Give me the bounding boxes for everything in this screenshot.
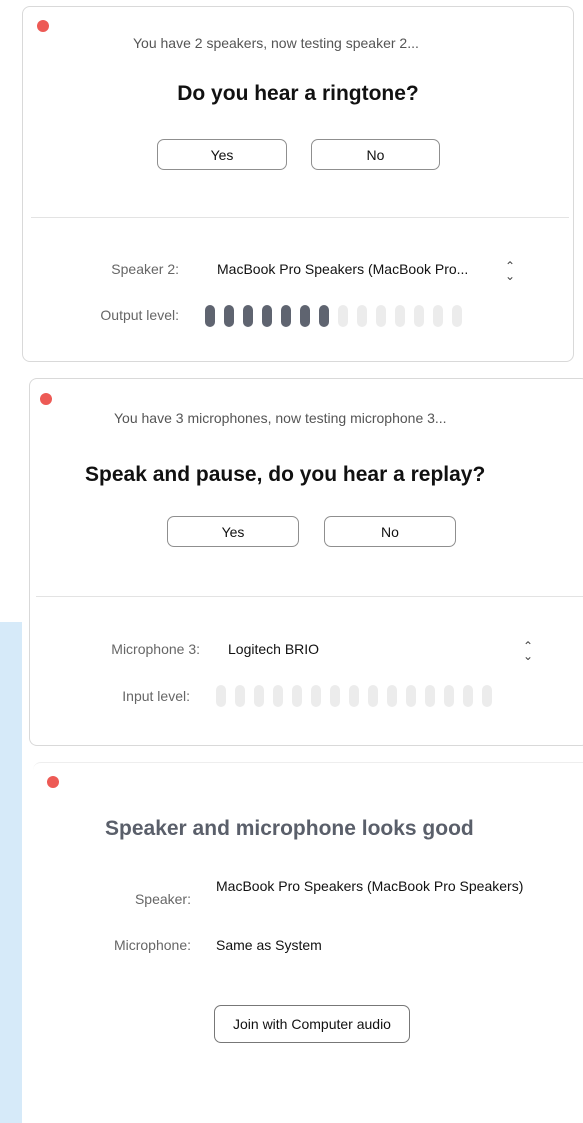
mic-yes-button[interactable]: Yes (167, 516, 299, 547)
level-bar (395, 305, 405, 327)
output-level-meter (205, 305, 462, 327)
level-bar (224, 305, 234, 327)
level-bar (414, 305, 424, 327)
summary-speaker-value: MacBook Pro Speakers (MacBook Pro Speake… (216, 878, 524, 894)
summary-heading: Speaker and microphone looks good (105, 817, 474, 840)
chevron-updown-icon[interactable]: ⌃ ⌄ (523, 640, 533, 662)
close-icon[interactable] (47, 776, 59, 788)
level-bar (243, 305, 253, 327)
level-bar (425, 685, 435, 707)
speaker-no-button[interactable]: No (311, 139, 440, 170)
close-icon[interactable] (40, 393, 52, 405)
level-bar (205, 305, 215, 327)
mic-no-button[interactable]: No (324, 516, 456, 547)
level-bar (300, 305, 310, 327)
level-bar (281, 305, 291, 327)
join-computer-audio-button[interactable]: Join with Computer audio (214, 1005, 410, 1043)
summary-mic-label: Microphone: (113, 937, 191, 953)
speaker-test-question: Do you hear a ringtone? (177, 82, 419, 105)
level-bar (292, 685, 302, 707)
mic-device-select[interactable]: Logitech BRIO (228, 641, 319, 657)
output-level-label: Output level: (100, 307, 179, 323)
level-bar (273, 685, 283, 707)
level-bar (433, 305, 443, 327)
speaker-test-panel: You have 2 speakers, now testing speaker… (22, 6, 574, 362)
speaker-device-label: Speaker 2: (111, 261, 179, 277)
speaker-test-status: You have 2 speakers, now testing speaker… (133, 35, 419, 51)
level-bar (406, 685, 416, 707)
level-bar (387, 685, 397, 707)
level-bar (376, 305, 386, 327)
level-bar (463, 685, 473, 707)
level-bar (357, 305, 367, 327)
level-bar (368, 685, 378, 707)
level-bar (330, 685, 340, 707)
summary-speaker-label: Speaker: (134, 891, 191, 907)
chevron-updown-icon[interactable]: ⌃ ⌄ (505, 260, 515, 282)
background-strip (0, 622, 22, 1123)
divider (36, 596, 583, 597)
mic-test-status: You have 3 microphones, now testing micr… (114, 410, 447, 426)
level-bar (311, 685, 321, 707)
level-bar (338, 305, 348, 327)
level-bar (349, 685, 359, 707)
level-bar (452, 305, 462, 327)
mic-test-panel: You have 3 microphones, now testing micr… (29, 378, 583, 746)
level-bar (216, 685, 226, 707)
summary-panel: Speaker and microphone looks good Speake… (33, 762, 583, 1123)
input-level-label: Input level: (122, 688, 190, 704)
close-icon[interactable] (37, 20, 49, 32)
mic-test-question: Speak and pause, do you hear a replay? (85, 463, 486, 486)
summary-mic-value: Same as System (216, 937, 322, 953)
input-level-meter (216, 685, 492, 707)
speaker-device-select[interactable]: MacBook Pro Speakers (MacBook Pro... (217, 261, 468, 277)
level-bar (262, 305, 272, 327)
speaker-yes-button[interactable]: Yes (157, 139, 287, 170)
level-bar (319, 305, 329, 327)
mic-device-label: Microphone 3: (111, 641, 200, 657)
divider (31, 217, 569, 218)
level-bar (235, 685, 245, 707)
level-bar (482, 685, 492, 707)
level-bar (254, 685, 264, 707)
level-bar (444, 685, 454, 707)
